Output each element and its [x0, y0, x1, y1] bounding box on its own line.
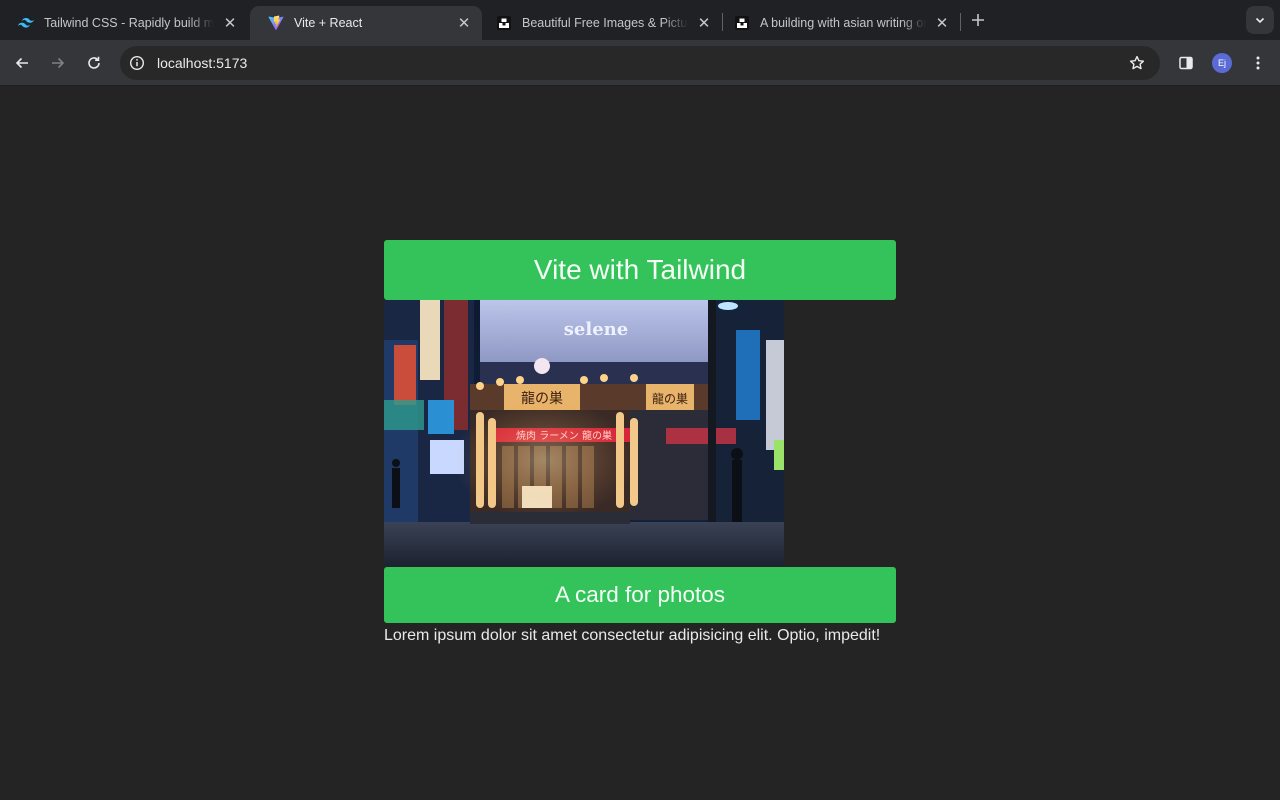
tab-tailwind[interactable]: Tailwind CSS - Rapidly build modern webs… [0, 6, 248, 40]
svg-text:龍の巣: 龍の巣 [652, 391, 688, 406]
card-title: A card for photos [384, 567, 896, 623]
tailwind-icon [18, 15, 34, 31]
close-icon[interactable]: ✕ [696, 15, 712, 31]
new-tab-button[interactable] [966, 8, 990, 32]
profile-avatar[interactable]: Ej [1212, 53, 1232, 73]
card-photo: selene 龍の巣 龍の巣 焼肉 ラーメン 龍の巣 [384, 300, 784, 566]
tab-separator [960, 13, 961, 31]
vite-icon [268, 15, 284, 31]
site-info-icon[interactable] [120, 46, 154, 80]
forward-button[interactable] [44, 49, 72, 77]
tab-title: Beautiful Free Images & Pictures [522, 16, 688, 30]
arrow-right-icon [52, 57, 65, 69]
tab-strip: Tailwind CSS - Rapidly build modern webs… [0, 0, 1280, 40]
bookmark-star-icon[interactable] [1128, 54, 1146, 72]
arrow-left-icon [15, 57, 28, 69]
page-heading: Vite with Tailwind [384, 240, 896, 300]
card-description: Lorem ipsum dolor sit amet consectetur a… [384, 627, 881, 644]
unsplash-icon [734, 15, 750, 31]
svg-text:selene: selene [564, 319, 628, 340]
page-viewport: Vite with Tailwind selene 龍の巣 龍の巣 焼肉 ラーメ… [0, 87, 1280, 800]
tab-vite-react[interactable]: Vite + React ✕ [250, 6, 482, 40]
unsplash-icon [496, 15, 512, 31]
tab-unsplash-photo[interactable]: A building with asian writing on it ✕ [716, 6, 960, 40]
tab-title: A building with asian writing on it [760, 16, 926, 30]
side-panel-icon [1179, 56, 1193, 70]
address-text: localhost:5173 [157, 55, 248, 71]
reload-button[interactable] [80, 49, 108, 77]
reload-icon [88, 56, 100, 69]
tab-title: Tailwind CSS - Rapidly build modern webs… [44, 16, 214, 30]
back-button[interactable] [8, 49, 36, 77]
close-icon[interactable]: ✕ [222, 15, 238, 31]
address-bar[interactable]: localhost:5173 [120, 46, 1160, 80]
tab-title: Vite + React [294, 16, 363, 30]
more-vertical-icon [1256, 56, 1260, 70]
side-panel-button[interactable] [1172, 49, 1200, 77]
browser-toolbar: localhost:5173 Ej [0, 40, 1280, 86]
chevron-down-icon [1255, 17, 1265, 24]
browser-menu-button[interactable] [1244, 49, 1272, 77]
tab-unsplash-home[interactable]: Beautiful Free Images & Pictures ✕ [478, 6, 722, 40]
tab-search-button[interactable] [1246, 6, 1274, 34]
close-icon[interactable]: ✕ [934, 15, 950, 31]
close-icon[interactable]: ✕ [456, 15, 472, 31]
